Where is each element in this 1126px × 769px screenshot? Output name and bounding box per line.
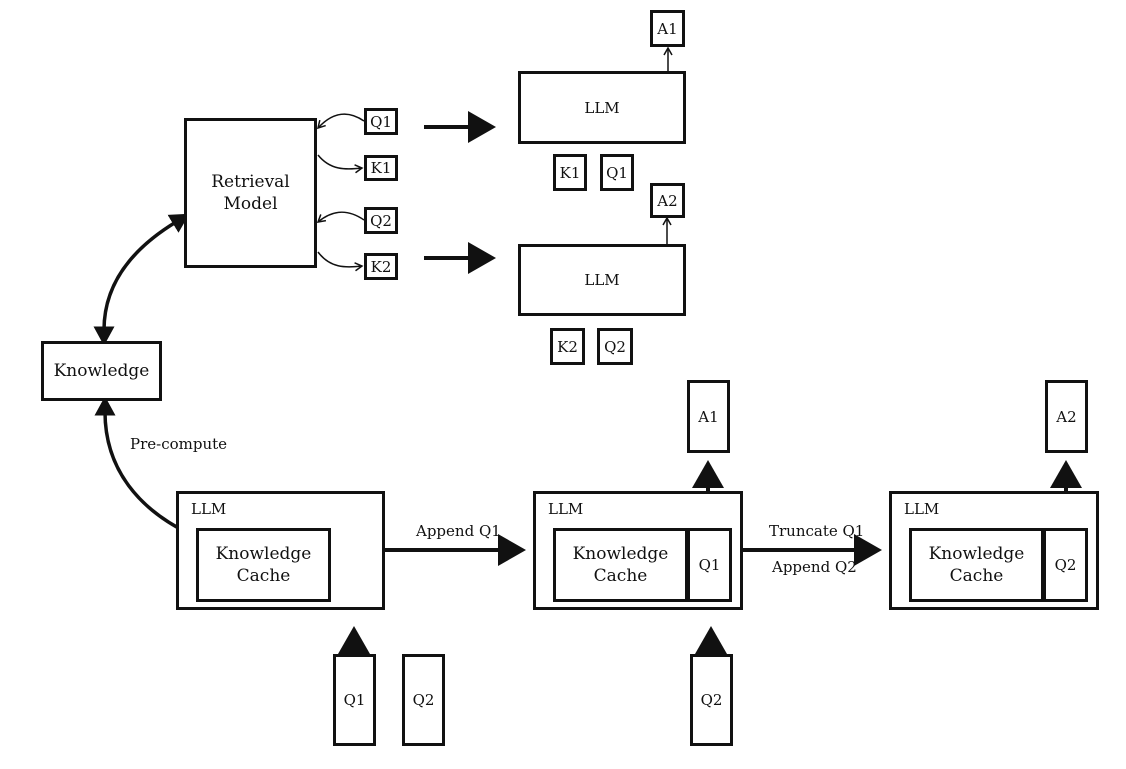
token-k1-label: K1	[370, 159, 392, 177]
token-k2-label: K2	[370, 257, 392, 276]
stage-2-knowledge-cache: Knowledge Cache	[553, 528, 688, 602]
stage-2-cache-line1: Knowledge	[572, 544, 669, 564]
stage-3-cache-line2: Cache	[949, 566, 1004, 586]
token-k1: K1	[364, 155, 398, 181]
stage-3-slot-label: Q2	[1054, 556, 1077, 574]
q1-to-retrieval-link	[316, 113, 365, 130]
precompute-label: Pre-compute	[130, 435, 228, 453]
retrieval-model-label-line2: Model	[223, 194, 278, 214]
token-q2-label: Q2	[370, 211, 392, 230]
knowledge-label: Knowledge	[53, 361, 150, 381]
transition-2-label-2: Append Q2	[772, 558, 857, 576]
top-llm-1-input-k-label: K1	[559, 163, 581, 182]
top-llm-1-label: LLM	[584, 98, 620, 117]
retrieval-to-k2-link	[317, 251, 364, 272]
stage-3-llm-label: LLM	[904, 500, 940, 518]
top-llm-1-input-q: Q1	[600, 154, 634, 191]
token-q1-label: Q1	[370, 112, 392, 131]
top-llm-2-input-q-label: Q2	[604, 337, 626, 356]
queue-second-q2: Q2	[690, 654, 733, 746]
retrieval-to-k1-link	[317, 154, 364, 174]
top-llm-1-output: A1	[650, 10, 685, 47]
stage-2-cache-line2: Cache	[593, 566, 648, 586]
stage-3-llm: LLM Knowledge Cache Q2	[889, 491, 1099, 610]
transition-1-label: Append Q1	[416, 522, 501, 540]
top-llm-1-input-k: K1	[553, 154, 587, 191]
transition-2-label-1: Truncate Q1	[769, 522, 865, 540]
top-llm-1: LLM	[518, 71, 686, 144]
stage-2-slot-label: Q1	[698, 556, 721, 574]
stage-1-llm-label: LLM	[191, 500, 227, 518]
retrieval-knowledge-arrow	[93, 213, 190, 346]
stage-2-output: A1	[687, 380, 730, 453]
stage-3-output-label: A2	[1056, 407, 1077, 426]
q2-to-retrieval-link	[316, 211, 365, 223]
top-llm-1-output-label: A1	[657, 19, 678, 38]
token-q1: Q1	[364, 108, 398, 135]
top-llm-2-input-q: Q2	[597, 328, 633, 365]
top-llm-2-input-k-label: K2	[557, 337, 578, 356]
stage-1-cache-line1: Knowledge	[215, 544, 312, 564]
queue-q2-label: Q2	[412, 691, 435, 709]
stage-3-cache-line1: Knowledge	[928, 544, 1025, 564]
queue-second-q2-label: Q2	[700, 691, 723, 709]
queue-q1: Q1	[333, 654, 376, 746]
stage-3-knowledge-cache: Knowledge Cache	[909, 528, 1044, 602]
top-llm-1-input-q-label: Q1	[606, 163, 628, 182]
stage-3-output: A2	[1045, 380, 1088, 453]
stage-2-llm: LLM Knowledge Cache Q1	[533, 491, 743, 610]
stage-2-output-label: A1	[698, 407, 719, 426]
top-llm-2-output-label: A2	[657, 191, 678, 210]
top-llm-2-input-k: K2	[550, 328, 585, 365]
knowledge-box: Knowledge	[41, 341, 162, 401]
stage-3-slot: Q2	[1041, 528, 1088, 602]
queue-q2: Q2	[402, 654, 445, 746]
stage-1-cache-line2: Cache	[236, 566, 291, 586]
top-llm-2-output: A2	[650, 183, 685, 218]
queue-q1-label: Q1	[343, 691, 366, 709]
retrieval-model-box: Retrieval Model	[184, 118, 317, 268]
stage-2-llm-label: LLM	[548, 500, 584, 518]
token-q2: Q2	[364, 207, 398, 234]
stage-1-llm: LLM Knowledge Cache	[176, 491, 385, 610]
stage-1-knowledge-cache: Knowledge Cache	[196, 528, 331, 602]
retrieval-model-label-line1: Retrieval	[211, 172, 290, 192]
stage-2-slot: Q1	[685, 528, 732, 602]
top-llm-2: LLM	[518, 244, 686, 316]
top-llm-2-label: LLM	[584, 271, 620, 289]
token-k2: K2	[364, 253, 398, 280]
